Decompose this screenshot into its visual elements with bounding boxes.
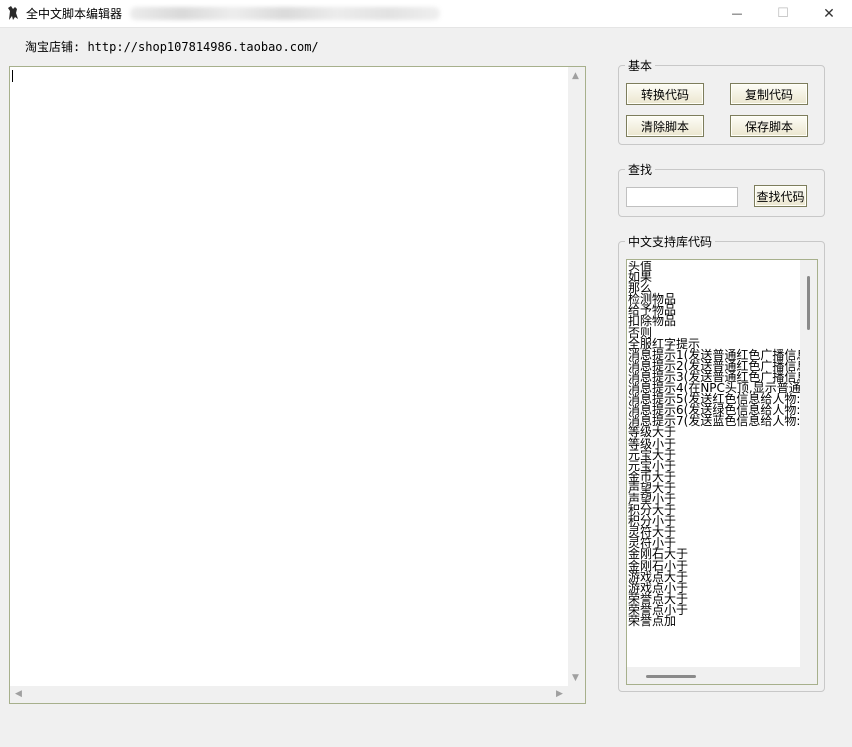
basic-group: 基本 转换代码 复制代码 清除脚本 保存脚本	[618, 57, 825, 145]
scroll-right-arrow-icon[interactable]: ▶	[556, 690, 563, 699]
find-input[interactable]	[626, 187, 738, 207]
scroll-up-arrow-icon[interactable]: ▲	[572, 72, 579, 81]
convert-code-button[interactable]: 转换代码	[626, 83, 704, 105]
window-title: 全中文脚本编辑器	[26, 7, 123, 21]
library-group-label: 中文支持库代码	[625, 233, 716, 250]
library-list[interactable]: 头值 如果 那么 检测物品 给予物品 扣除物品 否则 全服红字提示 消息提示1(发送普通红色广播…	[628, 261, 801, 668]
library-item[interactable]: 扣除物品	[628, 315, 801, 327]
library-listbox[interactable]: 头值 如果 那么 检测物品 给予物品 扣除物品 否则 全服红字提示 消息提示1(发送普通红色广播…	[626, 259, 818, 685]
editor-vertical-scrollbar[interactable]: ▲ ▼	[568, 67, 585, 687]
clear-script-button[interactable]: 清除脚本	[626, 115, 704, 137]
script-editor[interactable]: ▲ ▼ ◀ ▶	[9, 66, 586, 704]
blurred-title-area	[130, 7, 440, 20]
editor-horizontal-scrollbar[interactable]: ◀ ▶	[10, 686, 569, 703]
basic-group-label: 基本	[625, 57, 656, 74]
maximize-button[interactable]: ☐	[760, 0, 806, 27]
scrollbar-corner	[568, 686, 585, 703]
find-group-label: 查找	[625, 161, 656, 178]
app-logo-icon	[8, 6, 18, 20]
library-vertical-scrollbar[interactable]	[800, 260, 817, 667]
scroll-left-arrow-icon[interactable]: ◀	[15, 690, 22, 699]
minimize-icon: —	[731, 7, 743, 20]
maximize-icon: ☐	[777, 6, 789, 21]
scroll-down-arrow-icon[interactable]: ▼	[572, 674, 579, 683]
close-icon: ✕	[823, 5, 835, 22]
title-bar: 全中文脚本编辑器 — ☐ ✕	[0, 0, 852, 28]
close-button[interactable]: ✕	[806, 0, 852, 27]
shop-link[interactable]: 淘宝店铺: http://shop107814986.taobao.com/	[25, 38, 319, 55]
library-item[interactable]: 荣誉点加	[628, 615, 801, 627]
library-item[interactable]: 头值	[628, 261, 801, 272]
library-group: 中文支持库代码 头值 如果 那么 检测物品 给予物品 扣除物品 否则 全服红字提示 消息提示1(…	[618, 233, 825, 692]
library-horizontal-scrollbar[interactable]	[627, 667, 817, 684]
save-script-button[interactable]: 保存脚本	[730, 115, 808, 137]
library-horizontal-scroll-thumb[interactable]	[646, 675, 696, 678]
text-caret	[12, 70, 13, 82]
library-vertical-scroll-thumb[interactable]	[807, 276, 810, 330]
copy-code-button[interactable]: 复制代码	[730, 83, 808, 105]
find-group: 查找 查找代码	[618, 161, 825, 217]
library-item[interactable]: 如果	[628, 271, 801, 283]
find-code-button[interactable]: 查找代码	[754, 185, 807, 207]
minimize-button[interactable]: —	[714, 0, 760, 27]
